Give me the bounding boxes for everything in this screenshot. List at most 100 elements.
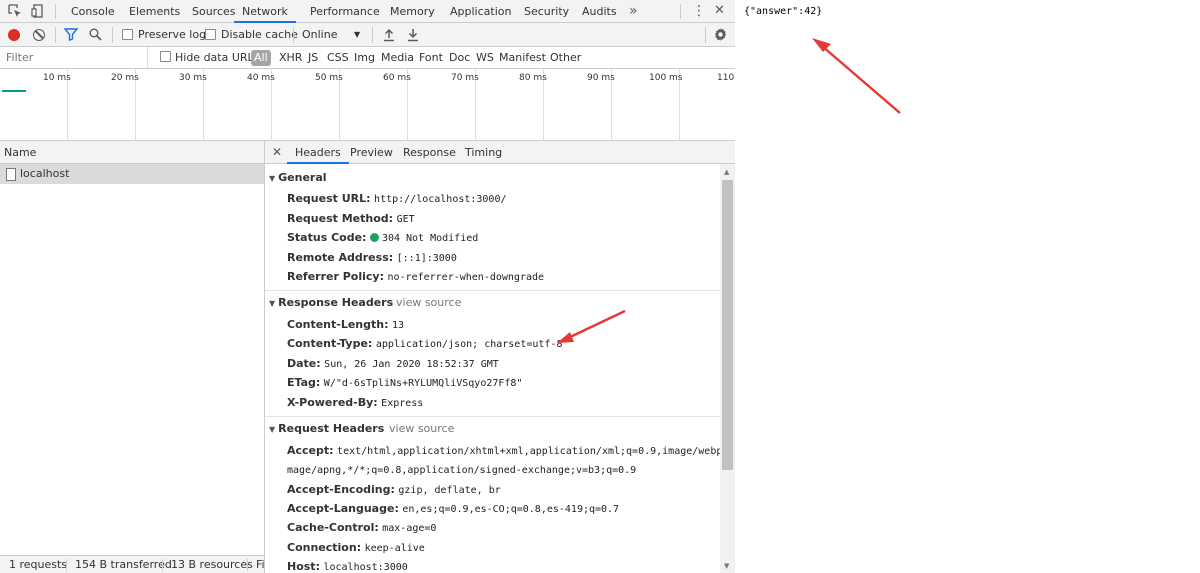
timeline-tick-label: 90 ms: [587, 73, 615, 83]
filter-type-js[interactable]: JS: [305, 50, 321, 66]
header-row: Request Method: GET: [287, 212, 415, 225]
devtools-tab-bar: Console Elements Sources Network Perform…: [0, 0, 735, 23]
close-devtools-icon[interactable]: ✕: [714, 0, 725, 22]
timeline-tick-label: 30 ms: [179, 73, 207, 83]
chevron-down-icon[interactable]: ▼: [354, 23, 360, 47]
timeline-tick-label: 40 ms: [247, 73, 275, 83]
triangle-down-icon: ▼: [269, 425, 276, 434]
tab-headers[interactable]: Headers: [287, 141, 349, 164]
hide-data-urls-label: Hide data URLs: [175, 51, 260, 64]
section-divider: [265, 290, 720, 291]
filter-type-doc[interactable]: Doc: [446, 50, 473, 66]
filter-type-img[interactable]: Img: [351, 50, 378, 66]
tab-security[interactable]: Security: [524, 0, 569, 23]
tab-application[interactable]: Application: [450, 0, 511, 23]
response-headers-section-header[interactable]: ▼ Response Headers view source: [265, 293, 720, 313]
header-row: X-Powered-By: Express: [287, 396, 424, 409]
header-row: Cache-Control: max-age=0: [287, 521, 437, 534]
header-row: Date: Sun, 26 Jan 2020 18:52:37 GMT: [287, 357, 499, 370]
triangle-down-icon: ▼: [269, 299, 276, 308]
view-source-link[interactable]: view source: [389, 419, 454, 439]
throttling-select[interactable]: Online: [302, 23, 337, 47]
timeline-tick-label: 70 ms: [451, 73, 479, 83]
header-row: Connection: keep-alive: [287, 541, 425, 554]
devtools-panel: Console Elements Sources Network Perform…: [0, 0, 735, 573]
timeline-tick-label: 20 ms: [111, 73, 139, 83]
disable-cache-checkbox[interactable]: [205, 29, 216, 40]
inspect-element-icon[interactable]: [7, 4, 22, 18]
gear-icon[interactable]: [713, 27, 728, 45]
status-dot-icon: [369, 233, 379, 242]
tab-timing[interactable]: Timing: [465, 141, 502, 164]
more-tabs-icon[interactable]: »: [629, 0, 638, 22]
divider: [55, 4, 56, 19]
request-row[interactable]: localhost: [0, 164, 264, 184]
filter-type-ws[interactable]: WS: [473, 50, 497, 66]
tab-preview[interactable]: Preview: [350, 141, 393, 164]
import-har-icon[interactable]: [383, 28, 395, 45]
filter-type-manifest[interactable]: Manifest: [496, 50, 549, 66]
hide-data-urls-checkbox[interactable]: [160, 51, 171, 62]
kebab-menu-icon[interactable]: ⋮: [692, 0, 706, 22]
scroll-up-icon[interactable]: ▲: [724, 168, 729, 176]
tab-audits[interactable]: Audits: [582, 0, 617, 23]
filter-type-font[interactable]: Font: [416, 50, 446, 66]
triangle-down-icon: ▼: [269, 174, 276, 183]
search-icon[interactable]: [89, 28, 102, 44]
scroll-down-icon[interactable]: ▼: [724, 562, 729, 570]
header-row: Accept: text/html,application/xhtml+xml,…: [287, 444, 720, 457]
divider: [112, 27, 113, 43]
transferred-size: 154 B transferred: [75, 558, 172, 571]
view-source-link[interactable]: view source: [396, 293, 461, 313]
filter-type-all[interactable]: All: [251, 50, 271, 66]
annotation-arrow: [812, 38, 901, 114]
timeline-tick-label: 60 ms: [383, 73, 411, 83]
filter-bar: Hide data URLs All XHR JS CSS Img Media …: [0, 47, 735, 69]
timeline-overview[interactable]: 10 ms 20 ms 30 ms 40 ms 50 ms 60 ms 70 m…: [0, 69, 735, 141]
name-column-header[interactable]: Name: [0, 141, 264, 164]
header-row: Content-Length: 13: [287, 318, 405, 331]
tab-response[interactable]: Response: [403, 141, 456, 164]
timeline-tick-label: 50 ms: [315, 73, 343, 83]
filter-type-css[interactable]: CSS: [324, 50, 352, 66]
tab-network[interactable]: Network: [234, 0, 296, 23]
filter-type-xhr[interactable]: XHR: [276, 50, 305, 66]
filter-type-other[interactable]: Other: [547, 50, 584, 66]
record-icon[interactable]: [8, 29, 20, 41]
preserve-log-label: Preserve log: [138, 28, 207, 41]
general-section-header[interactable]: ▼ General: [265, 168, 327, 188]
disable-cache-label: Disable cache: [221, 28, 298, 41]
request-list: Name localhost 1 requests 154 B transfer…: [0, 141, 265, 573]
tab-elements[interactable]: Elements: [129, 0, 180, 23]
details-tab-bar: ✕ Headers Preview Response Timing: [265, 141, 735, 164]
header-row: Accept-Encoding: gzip, deflate, br: [287, 483, 501, 496]
tab-sources[interactable]: Sources: [192, 0, 236, 23]
preserve-log-checkbox[interactable]: [122, 29, 133, 40]
request-headers-section-header[interactable]: ▼ Request Headers view source: [265, 419, 720, 439]
request-name: localhost: [20, 167, 70, 180]
tab-performance[interactable]: Performance: [310, 0, 380, 23]
filter-type-media[interactable]: Media: [378, 50, 417, 66]
close-details-icon[interactable]: ✕: [272, 141, 282, 164]
request-timing-bar: [2, 90, 26, 92]
tab-console[interactable]: Console: [71, 0, 115, 23]
device-toolbar-icon[interactable]: [30, 4, 45, 18]
timeline-tick-label: 80 ms: [519, 73, 547, 83]
clear-icon[interactable]: [33, 29, 45, 41]
header-row-continuation: mage/apng,*/*;q=0.8,application/signed-e…: [287, 465, 637, 476]
filter-input[interactable]: [0, 47, 148, 68]
scrollbar-thumb[interactable]: [722, 180, 733, 470]
timeline-tick-label: 10 ms: [43, 73, 71, 83]
document-icon: [6, 168, 16, 181]
details-scrollbar[interactable]: ▲ ▼: [720, 164, 735, 573]
export-har-icon[interactable]: [407, 28, 419, 45]
section-divider: [265, 416, 720, 417]
divider: [293, 27, 294, 43]
headers-content: ▼ General Request URL: http://localhost:3…: [265, 164, 720, 573]
divider: [55, 27, 56, 43]
header-row: Referrer Policy: no-referrer-when-downgr…: [287, 270, 545, 283]
filter-icon[interactable]: [63, 28, 79, 44]
finish-time: Fi: [256, 558, 264, 571]
tab-memory[interactable]: Memory: [390, 0, 435, 23]
timeline-tick-label: 100 ms: [649, 73, 683, 83]
